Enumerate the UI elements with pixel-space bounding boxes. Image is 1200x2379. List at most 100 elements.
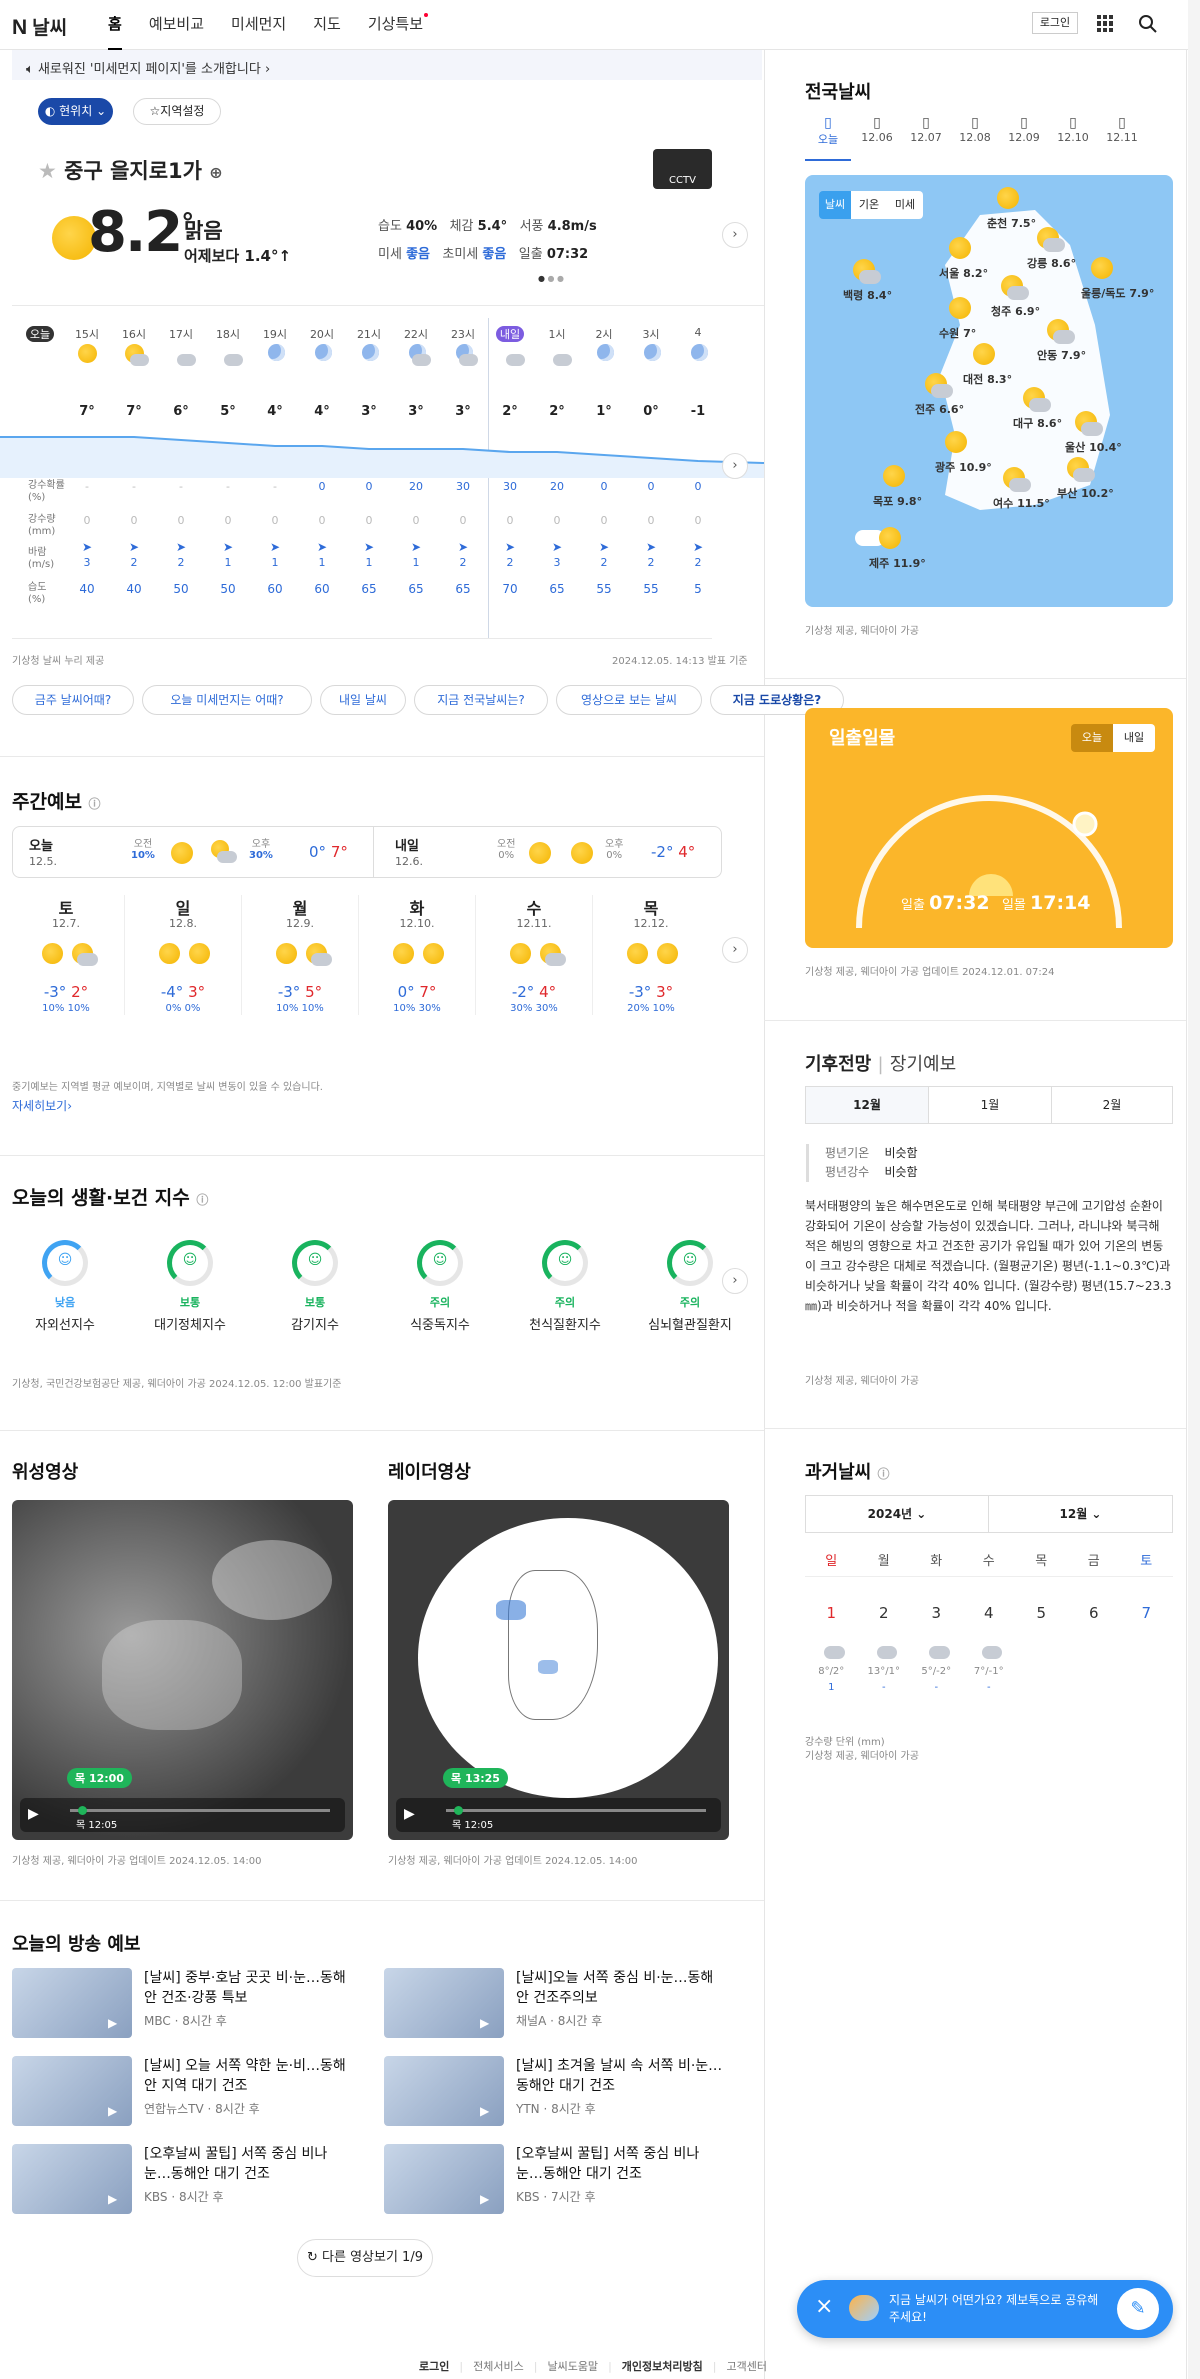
video-title[interactable]: [날씨] 초겨울 날씨 속 서쪽 비·눈…동해안 대기 건조 — [516, 2056, 726, 2096]
progress-handle[interactable] — [454, 1806, 463, 1815]
date-tab[interactable]: ▯ 오늘 — [805, 115, 851, 161]
video-title[interactable]: [오후날씨 꿀팁] 서쪽 중심 비나 눈…동해안 대기 건조 — [516, 2144, 726, 2184]
date-tab[interactable]: ▯ 12.08 — [952, 115, 998, 161]
carousel-dots[interactable]: ● ● ● — [538, 274, 564, 283]
sun-shape — [276, 943, 297, 964]
weekly-next-button[interactable]: › — [722, 937, 748, 963]
index-name[interactable]: 심뇌혈관질환지 — [637, 1314, 743, 1333]
calendar-day[interactable]: 1 — [805, 1604, 858, 1622]
life-index-title: 오늘의 생활·보건 지수 ⓘ — [12, 1187, 209, 1209]
progress-track[interactable] — [446, 1809, 706, 1812]
toggle-today[interactable]: 오늘 — [1071, 724, 1113, 752]
video-thumbnail[interactable]: ▶ — [12, 2056, 132, 2126]
month-tab-2[interactable]: 1월 — [928, 1086, 1052, 1124]
today-tomorrow-card[interactable]: 오늘 12.5. 오전 10% 오후 30% 0° 7° 내일 12.6. 오전 0% 오… — [12, 826, 722, 878]
login-button[interactable]: 로그인 — [1032, 12, 1078, 34]
national-weather-map[interactable]: 날씨 기온 미세 춘천 7.5° 서울 8.2° 강릉 8.6° 백령 8.4° 울릉/… — [805, 175, 1173, 607]
cloud-icon — [219, 344, 243, 368]
index-name[interactable]: 대기정체지수 — [137, 1314, 243, 1333]
index-name[interactable]: 천식질환지수 — [512, 1314, 618, 1333]
info-icon[interactable]: ⓘ — [89, 797, 101, 811]
date-tab[interactable]: ▯ 12.07 — [903, 115, 949, 161]
chat-icon[interactable]: ✎ — [1117, 2288, 1159, 2330]
footer-link[interactable]: 날씨도움말 — [537, 2360, 608, 2373]
index-next-button[interactable]: › — [722, 1268, 748, 1294]
chip-query[interactable]: 내일 날씨 — [320, 685, 406, 715]
sun-shape — [879, 527, 902, 550]
tab-forecast-compare[interactable]: 예보비교 — [149, 0, 204, 50]
tab-weather-alert[interactable]: 기상특보 — [368, 0, 429, 50]
video-thumbnail[interactable]: ▶ — [12, 1968, 132, 2038]
video-thumbnail[interactable]: ▶ — [384, 2056, 504, 2126]
detail-link[interactable]: 자세히보기› — [12, 1097, 72, 1114]
weekday-date: 12.11. — [516, 917, 552, 930]
month-tab-3[interactable]: 2월 — [1051, 1086, 1173, 1124]
hourly-next-button[interactable]: › — [722, 453, 748, 479]
past-calendar: 일 월 화 수 목 금 토 1 8°/2° 1 2 13°/1° -3 5°/-2° -4 7°/-1° -5 6… — [805, 1550, 1173, 1710]
radar-image[interactable]: 목 13:25 ▶ 목 12:05 — [388, 1500, 729, 1840]
tab-long-term[interactable]: 장기예보 — [890, 1054, 956, 1075]
video-title[interactable]: [오후날씨 꿀팁] 서쪽 중심 비나 눈…동해안 대기 건조 — [144, 2144, 354, 2184]
footer-link[interactable]: 전체서비스 — [463, 2360, 534, 2373]
region-setting-button[interactable]: ☆지역설정 — [133, 98, 221, 125]
index-name[interactable]: 자외선지수 — [12, 1314, 118, 1333]
outlook-summary: 평년기온 비슷함 평년강수 비슷함 — [806, 1144, 918, 1182]
chip-query[interactable]: 오늘 미세먼지는 어때? — [142, 685, 312, 715]
calendar-day[interactable]: 4 — [963, 1604, 1016, 1622]
report-banner[interactable]: × 지금 날씨가 어떤가요? 제보톡으로 공유해 주세요! ✎ — [797, 2280, 1173, 2338]
month-tab-1[interactable]: 12월 — [805, 1086, 929, 1124]
play-icon[interactable]: ▶ — [404, 1806, 415, 1822]
chip-query[interactable]: 금주 날씨어때? — [12, 685, 134, 715]
year-select[interactable]: 2024년 ⌄ — [805, 1495, 989, 1533]
footer-link[interactable]: 개인정보처리방침 — [612, 2360, 713, 2373]
calendar-day[interactable]: 2 — [858, 1604, 911, 1622]
more-videos-button[interactable]: ↻ 다른 영상보기 1/9 — [297, 2239, 433, 2277]
tab-climate-outlook[interactable]: 기후전망 — [805, 1054, 871, 1075]
footer-link[interactable]: 로그인 — [409, 2360, 459, 2373]
naver-weather-logo[interactable]: N 날씨 — [12, 13, 67, 40]
cctv-button[interactable]: CCTV — [653, 149, 712, 189]
calendar-day[interactable]: 7 — [1120, 1604, 1173, 1622]
index-name[interactable]: 감기지수 — [262, 1314, 368, 1333]
tab-map[interactable]: 지도 — [313, 0, 341, 50]
play-icon[interactable]: ▶ — [28, 1806, 39, 1822]
date-tab[interactable]: ▯ 12.11 — [1099, 115, 1145, 161]
target-icon[interactable]: ⊕ — [209, 163, 222, 182]
date-tab[interactable]: ▯ 12.10 — [1050, 115, 1096, 161]
current-location-button[interactable]: ◐ 현위치 ⌄ — [38, 98, 113, 125]
video-title[interactable]: [날씨]오늘 서쪽 중심 비·눈…동해안 건조주의보 — [516, 1968, 726, 2008]
video-title[interactable]: [날씨] 오늘 서쪽 약한 눈·비…동해안 지역 대기 건조 — [144, 2056, 354, 2096]
video-thumbnail[interactable]: ▶ — [384, 1968, 504, 2038]
satellite-image[interactable]: 목 12:00 ▶ 목 12:05 — [12, 1500, 353, 1840]
calendar-day[interactable]: 3 — [910, 1604, 963, 1622]
progress-handle[interactable] — [78, 1806, 87, 1815]
scrollbar[interactable] — [1188, 0, 1200, 2379]
wind-cell: 3 — [553, 556, 561, 569]
month-select[interactable]: 12월 ⌄ — [988, 1495, 1173, 1533]
footer-link[interactable]: 고객센터 — [716, 2360, 776, 2373]
tab-home[interactable]: 홈 — [108, 0, 122, 50]
next-arrow-button[interactable]: › — [722, 222, 748, 248]
index-name[interactable]: 식중독지수 — [387, 1314, 493, 1333]
tab-fine-dust[interactable]: 미세먼지 — [231, 0, 286, 50]
weekday-temps: -3° 2° — [43, 983, 89, 1001]
calendar-day[interactable]: 6 — [1068, 1604, 1121, 1622]
toggle-tomorrow[interactable]: 내일 — [1113, 724, 1155, 752]
video-title[interactable]: [날씨] 중부·호남 곳곳 비·눈…동해안 건조·강풍 특보 — [144, 1968, 354, 2008]
calendar-day[interactable]: 5 — [1015, 1604, 1068, 1622]
info-icon[interactable]: ⓘ — [196, 1193, 208, 1207]
date-tab[interactable]: ▯ 12.06 — [854, 115, 900, 161]
favorite-star-icon[interactable]: ★ — [38, 159, 57, 183]
date-tab[interactable]: ▯ 12.09 — [1001, 115, 1047, 161]
apps-grid-icon[interactable] — [1097, 15, 1114, 32]
video-thumbnail[interactable]: ▶ — [384, 2144, 504, 2214]
chip-query[interactable]: 영상으로 보는 날씨 — [556, 685, 702, 715]
notice-banner[interactable]: 🔈︎ 새로워진 '미세먼지 페이지'를 소개합니다 › — [12, 50, 762, 80]
video-thumbnail[interactable]: ▶ — [12, 2144, 132, 2214]
chip-query[interactable]: 지금 전국날씨는? — [414, 685, 548, 715]
search-icon[interactable] — [1138, 14, 1158, 34]
info-icon[interactable]: ⓘ — [878, 1467, 890, 1481]
close-icon[interactable]: × — [815, 2294, 833, 2319]
hour-temp: 2° — [502, 404, 518, 419]
progress-track[interactable] — [70, 1809, 330, 1812]
